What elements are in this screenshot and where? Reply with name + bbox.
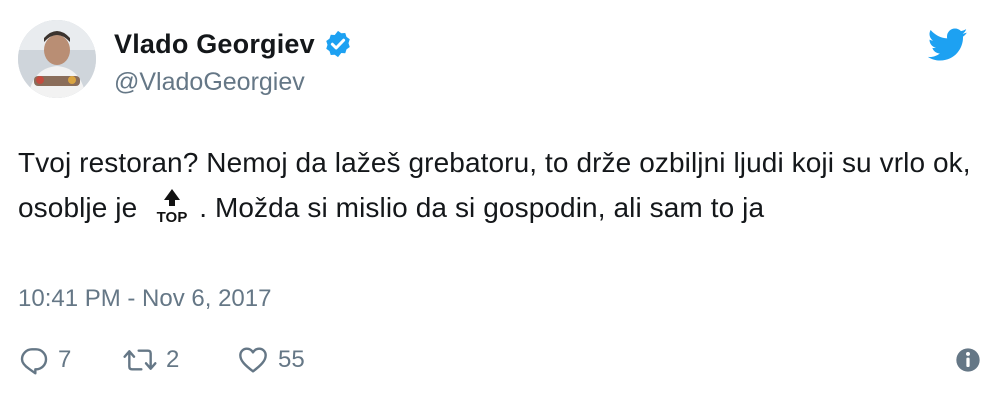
- info-icon[interactable]: [954, 346, 982, 374]
- tweet-text-part2: . Možda si mislio da si gospodin, ali sa…: [199, 192, 765, 223]
- retweet-count: 2: [166, 346, 180, 373]
- like-count: 55: [278, 346, 305, 373]
- heart-icon: [236, 344, 270, 376]
- tweet-header: Vlado Georgiev @VladoGeorgiev: [18, 18, 982, 100]
- tweet-timestamp[interactable]: 10:41 PM - Nov 6, 2017: [18, 285, 271, 313]
- top-emoji-icon: TOP: [147, 187, 197, 226]
- emoji-label: TOP: [157, 209, 188, 225]
- reply-count: 7: [58, 346, 72, 373]
- avatar[interactable]: [18, 20, 96, 98]
- retweet-button[interactable]: 2: [122, 340, 179, 380]
- reply-icon: [18, 344, 50, 376]
- verified-badge-icon: [323, 29, 353, 59]
- tweet-text: Tvoj restoran? Nemoj da lažeš grebatoru,…: [18, 140, 978, 230]
- display-name[interactable]: Vlado Georgiev: [114, 29, 315, 60]
- author-names: Vlado Georgiev @VladoGeorgiev: [114, 26, 353, 97]
- like-button[interactable]: 55: [236, 340, 305, 380]
- retweet-icon: [122, 344, 158, 376]
- user-handle[interactable]: @VladoGeorgiev: [114, 68, 353, 97]
- reply-button[interactable]: 7: [18, 340, 71, 380]
- tweet-card: Vlado Georgiev @VladoGeorgiev Tvoj resto…: [0, 0, 1000, 418]
- twitter-bird-icon[interactable]: [927, 28, 968, 62]
- tweet-actions: 7 2 55: [18, 340, 982, 380]
